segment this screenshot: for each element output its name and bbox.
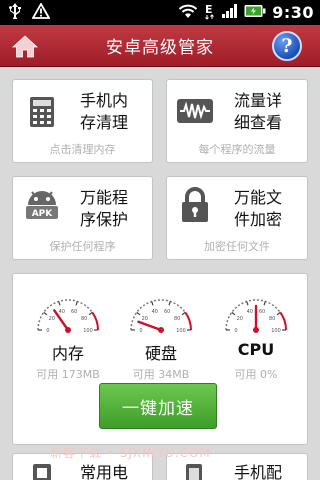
gauge-sub-memory: 可用 173MB xyxy=(36,368,100,381)
e-signal-icon: E xyxy=(204,2,216,24)
gauge-hub xyxy=(158,327,164,333)
gauge-tick xyxy=(136,311,141,316)
gauge-tick-label: 100 xyxy=(83,328,93,334)
home-button[interactable] xyxy=(10,33,40,59)
traffic-wave-icon xyxy=(176,98,214,128)
tile-title-line1: 万能文 xyxy=(234,188,283,207)
gauge-tick-label: 20 xyxy=(142,316,148,322)
gauge-tick-label: 60 xyxy=(71,309,77,315)
status-bar: E 9:30 xyxy=(0,0,320,25)
battery-tile-icon xyxy=(29,464,55,480)
help-icon: ? xyxy=(281,35,293,57)
status-time: 9:30 xyxy=(272,3,314,22)
gauge-label-memory: 内存 xyxy=(51,344,84,363)
gauge-tick-label: 20 xyxy=(49,316,55,322)
gauge-tick-label: 0 xyxy=(234,328,237,334)
tile-subtitle: 保护任何程序 xyxy=(49,240,116,253)
tile-title: 流量详 细查看 xyxy=(234,90,282,134)
svg-text:APK: APK xyxy=(32,209,54,219)
gauge-red-zone xyxy=(91,311,99,331)
tile-title-line1: 手机内 xyxy=(80,91,129,110)
main-content: 手机内 存清理 点击清理内存 流量详 细查看 每个程序的流量 APK 万能程 序… xyxy=(0,67,320,480)
tile-title: 常用电 xyxy=(80,463,129,480)
gauge-arc xyxy=(37,299,99,331)
lock-icon xyxy=(181,187,209,227)
gauge-tick-label: 0 xyxy=(139,328,142,334)
gauge-hub xyxy=(65,327,71,333)
tile-subtitle: 加密任何文件 xyxy=(204,240,270,253)
home-icon xyxy=(12,35,38,58)
gauge-tick-label: 80 xyxy=(269,316,275,322)
gauge-sub-disk: 可用 34MB xyxy=(132,368,190,381)
tile-subtitle: 点击清理内存 xyxy=(49,143,116,156)
gauge-2: 020 40 60 80 100 xyxy=(225,299,287,334)
gauge-tick-label: 80 xyxy=(81,316,87,322)
gauge-red-zone xyxy=(279,311,287,331)
tile-title: 手机内 存清理 xyxy=(80,90,128,134)
battery-icon xyxy=(244,3,266,22)
gauge-tick-label: 100 xyxy=(271,328,281,334)
gauge-red-zone xyxy=(184,311,192,331)
tile-title: 手机配 xyxy=(234,463,283,480)
apk-icon: APK xyxy=(25,189,59,231)
calculator-icon xyxy=(29,96,55,132)
one-click-boost-button[interactable]: 一键加速 xyxy=(99,383,217,429)
signal-bars-icon xyxy=(222,3,238,22)
gauge-tick xyxy=(246,301,249,306)
tile-memory-clean[interactable]: 手机内 存清理 点击清理内存 xyxy=(12,79,153,163)
watermark: 新客下载 • SJXINYU.COM xyxy=(50,446,211,460)
gauge-tick-label: 0 xyxy=(46,328,49,334)
warning-icon xyxy=(31,1,51,23)
help-button[interactable]: ? xyxy=(272,31,302,61)
gauge-tick xyxy=(231,311,236,316)
gauge-tick-label: 100 xyxy=(176,328,186,334)
gauge-label-disk: 硬盘 xyxy=(144,344,177,363)
app-title: 安卓高级管家 xyxy=(106,38,214,58)
gauge-arc xyxy=(130,299,192,331)
gauge-hub xyxy=(253,327,259,333)
tile-traffic-detail[interactable]: 流量详 细查看 每个程序的流量 xyxy=(166,79,308,163)
tile-title-line1: 万能程 xyxy=(80,188,129,207)
tile-file-encrypt[interactable]: 万能文 件加密 加密任何文件 xyxy=(166,176,308,260)
phone-tile-icon xyxy=(181,464,207,480)
tile-title: 万能文 件加密 xyxy=(234,187,282,231)
tile-title-line2: 细查看 xyxy=(234,113,283,132)
gauge-tick-label: 80 xyxy=(174,316,180,322)
gauge-tick-label: 20 xyxy=(237,316,243,322)
gauge-1: 020 40 60 80 100 xyxy=(130,299,192,334)
gauge-tick xyxy=(58,301,61,306)
gauge-tick xyxy=(168,301,171,306)
gauge-0: 020 40 60 80 100 xyxy=(37,299,99,334)
title-bar: 安卓高级管家 ? xyxy=(0,25,320,67)
gauge-tick-label: 40 xyxy=(247,309,253,315)
tile-title-line2: 序保护 xyxy=(80,210,129,229)
gauge-label-cpu: CPU xyxy=(237,340,275,359)
gauge-tick-label: 40 xyxy=(59,309,65,315)
tile-title-line2: 存清理 xyxy=(80,113,129,132)
tile-subtitle: 每个程序的流量 xyxy=(198,143,276,156)
gauge-tick-label: 60 xyxy=(259,309,265,315)
gauge-tick xyxy=(263,301,266,306)
wifi-icon xyxy=(178,3,198,23)
tile-title-line2: 件加密 xyxy=(234,210,283,229)
gauge-tick xyxy=(43,311,48,316)
gauges-svg: 02040 6080100 02040 6080100 02040 6080100 xyxy=(37,299,287,334)
gauge-tick xyxy=(75,301,78,306)
gauge-tick-label: 40 xyxy=(152,309,158,315)
svg-text:E: E xyxy=(205,3,213,16)
gauge-tick xyxy=(88,311,93,316)
gauge-sub-cpu: 可用 0% xyxy=(234,368,278,381)
gauge-tick xyxy=(151,301,154,306)
tile-app-protect[interactable]: APK 万能程 序保护 保护任何程序 xyxy=(12,176,153,260)
usb-icon xyxy=(8,2,22,23)
gauge-tick-label: 60 xyxy=(164,309,170,315)
tile-title-line1: 流量详 xyxy=(234,91,283,110)
tile-title: 万能程 序保护 xyxy=(80,187,128,231)
